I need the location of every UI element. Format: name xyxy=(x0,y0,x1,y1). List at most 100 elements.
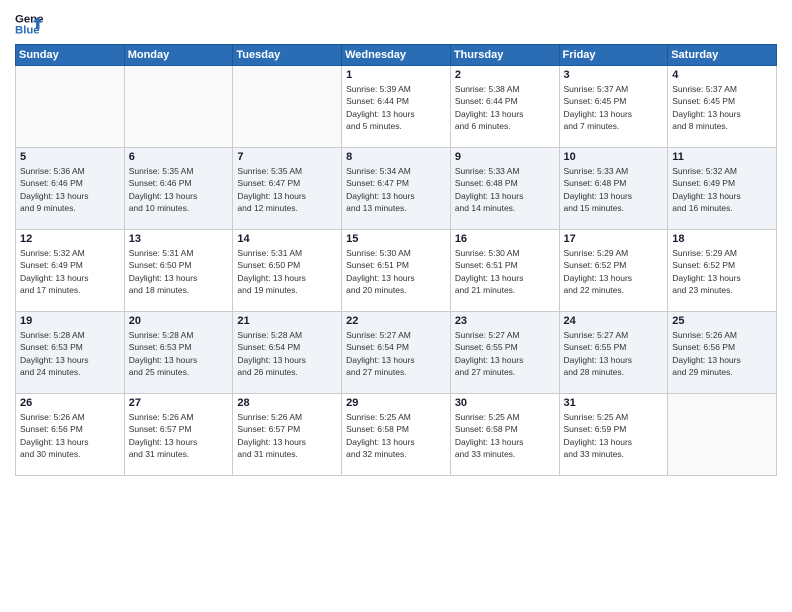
calendar-cell: 18 Sunrise: 5:29 AM Sunset: 6:52 PM Dayli… xyxy=(668,230,777,312)
day-number: 5 xyxy=(20,151,120,163)
calendar-cell: 5 Sunrise: 5:36 AM Sunset: 6:46 PM Daylig… xyxy=(16,148,125,230)
day-info: Sunrise: 5:27 AM Sunset: 6:55 PM Dayligh… xyxy=(564,329,664,378)
day-number: 28 xyxy=(237,397,337,409)
calendar-cell: 3 Sunrise: 5:37 AM Sunset: 6:45 PM Daylig… xyxy=(559,66,668,148)
weekday-header-sunday: Sunday xyxy=(16,45,125,66)
day-info: Sunrise: 5:28 AM Sunset: 6:54 PM Dayligh… xyxy=(237,329,337,378)
header: General Blue xyxy=(15,10,777,38)
calendar-cell xyxy=(124,66,233,148)
day-info: Sunrise: 5:25 AM Sunset: 6:59 PM Dayligh… xyxy=(564,411,664,460)
day-info: Sunrise: 5:35 AM Sunset: 6:46 PM Dayligh… xyxy=(129,165,229,214)
day-info: Sunrise: 5:27 AM Sunset: 6:55 PM Dayligh… xyxy=(455,329,555,378)
calendar-cell: 26 Sunrise: 5:26 AM Sunset: 6:56 PM Dayli… xyxy=(16,394,125,476)
day-number: 10 xyxy=(564,151,664,163)
day-info: Sunrise: 5:26 AM Sunset: 6:56 PM Dayligh… xyxy=(20,411,120,460)
day-number: 26 xyxy=(20,397,120,409)
calendar-cell: 10 Sunrise: 5:33 AM Sunset: 6:48 PM Dayli… xyxy=(559,148,668,230)
day-number: 12 xyxy=(20,233,120,245)
day-number: 27 xyxy=(129,397,229,409)
calendar-cell: 21 Sunrise: 5:28 AM Sunset: 6:54 PM Dayli… xyxy=(233,312,342,394)
calendar-cell: 30 Sunrise: 5:25 AM Sunset: 6:58 PM Dayli… xyxy=(450,394,559,476)
logo-icon: General Blue xyxy=(15,10,43,38)
day-number: 31 xyxy=(564,397,664,409)
day-info: Sunrise: 5:33 AM Sunset: 6:48 PM Dayligh… xyxy=(564,165,664,214)
day-number: 22 xyxy=(346,315,446,327)
day-number: 3 xyxy=(564,69,664,81)
calendar-cell xyxy=(668,394,777,476)
day-number: 23 xyxy=(455,315,555,327)
weekday-header-wednesday: Wednesday xyxy=(342,45,451,66)
day-info: Sunrise: 5:37 AM Sunset: 6:45 PM Dayligh… xyxy=(564,83,664,132)
day-number: 29 xyxy=(346,397,446,409)
calendar-cell: 13 Sunrise: 5:31 AM Sunset: 6:50 PM Dayli… xyxy=(124,230,233,312)
day-info: Sunrise: 5:32 AM Sunset: 6:49 PM Dayligh… xyxy=(20,247,120,296)
calendar-cell: 23 Sunrise: 5:27 AM Sunset: 6:55 PM Dayli… xyxy=(450,312,559,394)
calendar-cell: 28 Sunrise: 5:26 AM Sunset: 6:57 PM Dayli… xyxy=(233,394,342,476)
day-number: 16 xyxy=(455,233,555,245)
calendar-cell: 22 Sunrise: 5:27 AM Sunset: 6:54 PM Dayli… xyxy=(342,312,451,394)
calendar-cell: 25 Sunrise: 5:26 AM Sunset: 6:56 PM Dayli… xyxy=(668,312,777,394)
day-number: 18 xyxy=(672,233,772,245)
weekday-header-friday: Friday xyxy=(559,45,668,66)
weekday-header-monday: Monday xyxy=(124,45,233,66)
calendar-week-1: 1Sunrise: 5:39 AM Sunset: 6:44 PM Daylig… xyxy=(16,66,777,148)
day-number: 19 xyxy=(20,315,120,327)
day-info: Sunrise: 5:32 AM Sunset: 6:49 PM Dayligh… xyxy=(672,165,772,214)
calendar-cell: 6Sunrise: 5:35 AM Sunset: 6:46 PM Daylig… xyxy=(124,148,233,230)
calendar-week-2: 5 Sunrise: 5:36 AM Sunset: 6:46 PM Daylig… xyxy=(16,148,777,230)
day-info: Sunrise: 5:36 AM Sunset: 6:46 PM Dayligh… xyxy=(20,165,120,214)
day-number: 15 xyxy=(346,233,446,245)
calendar-cell: 2Sunrise: 5:38 AM Sunset: 6:44 PM Daylig… xyxy=(450,66,559,148)
calendar-cell: 17Sunrise: 5:29 AM Sunset: 6:52 PM Dayli… xyxy=(559,230,668,312)
calendar-week-4: 19 Sunrise: 5:28 AM Sunset: 6:53 PM Dayli… xyxy=(16,312,777,394)
day-info: Sunrise: 5:26 AM Sunset: 6:56 PM Dayligh… xyxy=(672,329,772,378)
calendar-cell xyxy=(233,66,342,148)
day-number: 7 xyxy=(237,151,337,163)
day-number: 13 xyxy=(129,233,229,245)
day-number: 2 xyxy=(455,69,555,81)
calendar-cell: 8Sunrise: 5:34 AM Sunset: 6:47 PM Daylig… xyxy=(342,148,451,230)
calendar-cell: 14Sunrise: 5:31 AM Sunset: 6:50 PM Dayli… xyxy=(233,230,342,312)
calendar-cell: 29 Sunrise: 5:25 AM Sunset: 6:58 PM Dayli… xyxy=(342,394,451,476)
calendar-cell: 31 Sunrise: 5:25 AM Sunset: 6:59 PM Dayli… xyxy=(559,394,668,476)
calendar-cell: 24 Sunrise: 5:27 AM Sunset: 6:55 PM Dayli… xyxy=(559,312,668,394)
day-info: Sunrise: 5:29 AM Sunset: 6:52 PM Dayligh… xyxy=(564,247,664,296)
calendar-cell: 12 Sunrise: 5:32 AM Sunset: 6:49 PM Dayli… xyxy=(16,230,125,312)
day-number: 11 xyxy=(672,151,772,163)
day-info: Sunrise: 5:25 AM Sunset: 6:58 PM Dayligh… xyxy=(455,411,555,460)
calendar-cell: 7 Sunrise: 5:35 AM Sunset: 6:47 PM Daylig… xyxy=(233,148,342,230)
calendar-cell: 19 Sunrise: 5:28 AM Sunset: 6:53 PM Dayli… xyxy=(16,312,125,394)
day-info: Sunrise: 5:33 AM Sunset: 6:48 PM Dayligh… xyxy=(455,165,555,214)
calendar-cell: 11 Sunrise: 5:32 AM Sunset: 6:49 PM Dayli… xyxy=(668,148,777,230)
calendar-table: SundayMondayTuesdayWednesdayThursdayFrid… xyxy=(15,44,777,476)
day-info: Sunrise: 5:29 AM Sunset: 6:52 PM Dayligh… xyxy=(672,247,772,296)
calendar-cell: 16 Sunrise: 5:30 AM Sunset: 6:51 PM Dayli… xyxy=(450,230,559,312)
day-info: Sunrise: 5:37 AM Sunset: 6:45 PM Dayligh… xyxy=(672,83,772,132)
day-info: Sunrise: 5:31 AM Sunset: 6:50 PM Dayligh… xyxy=(129,247,229,296)
day-number: 1 xyxy=(346,69,446,81)
day-info: Sunrise: 5:25 AM Sunset: 6:58 PM Dayligh… xyxy=(346,411,446,460)
calendar-week-5: 26 Sunrise: 5:26 AM Sunset: 6:56 PM Dayli… xyxy=(16,394,777,476)
day-number: 30 xyxy=(455,397,555,409)
weekday-header-row: SundayMondayTuesdayWednesdayThursdayFrid… xyxy=(16,45,777,66)
logo: General Blue xyxy=(15,10,43,38)
day-info: Sunrise: 5:35 AM Sunset: 6:47 PM Dayligh… xyxy=(237,165,337,214)
weekday-header-tuesday: Tuesday xyxy=(233,45,342,66)
day-info: Sunrise: 5:30 AM Sunset: 6:51 PM Dayligh… xyxy=(455,247,555,296)
day-info: Sunrise: 5:28 AM Sunset: 6:53 PM Dayligh… xyxy=(129,329,229,378)
day-number: 4 xyxy=(672,69,772,81)
day-number: 21 xyxy=(237,315,337,327)
day-number: 25 xyxy=(672,315,772,327)
day-number: 9 xyxy=(455,151,555,163)
calendar-cell: 27Sunrise: 5:26 AM Sunset: 6:57 PM Dayli… xyxy=(124,394,233,476)
day-info: Sunrise: 5:26 AM Sunset: 6:57 PM Dayligh… xyxy=(237,411,337,460)
calendar-cell: 9 Sunrise: 5:33 AM Sunset: 6:48 PM Daylig… xyxy=(450,148,559,230)
day-number: 14 xyxy=(237,233,337,245)
calendar-cell: 20Sunrise: 5:28 AM Sunset: 6:53 PM Dayli… xyxy=(124,312,233,394)
svg-text:Blue: Blue xyxy=(15,25,40,37)
day-info: Sunrise: 5:27 AM Sunset: 6:54 PM Dayligh… xyxy=(346,329,446,378)
day-number: 24 xyxy=(564,315,664,327)
day-info: Sunrise: 5:28 AM Sunset: 6:53 PM Dayligh… xyxy=(20,329,120,378)
day-info: Sunrise: 5:30 AM Sunset: 6:51 PM Dayligh… xyxy=(346,247,446,296)
day-info: Sunrise: 5:34 AM Sunset: 6:47 PM Dayligh… xyxy=(346,165,446,214)
